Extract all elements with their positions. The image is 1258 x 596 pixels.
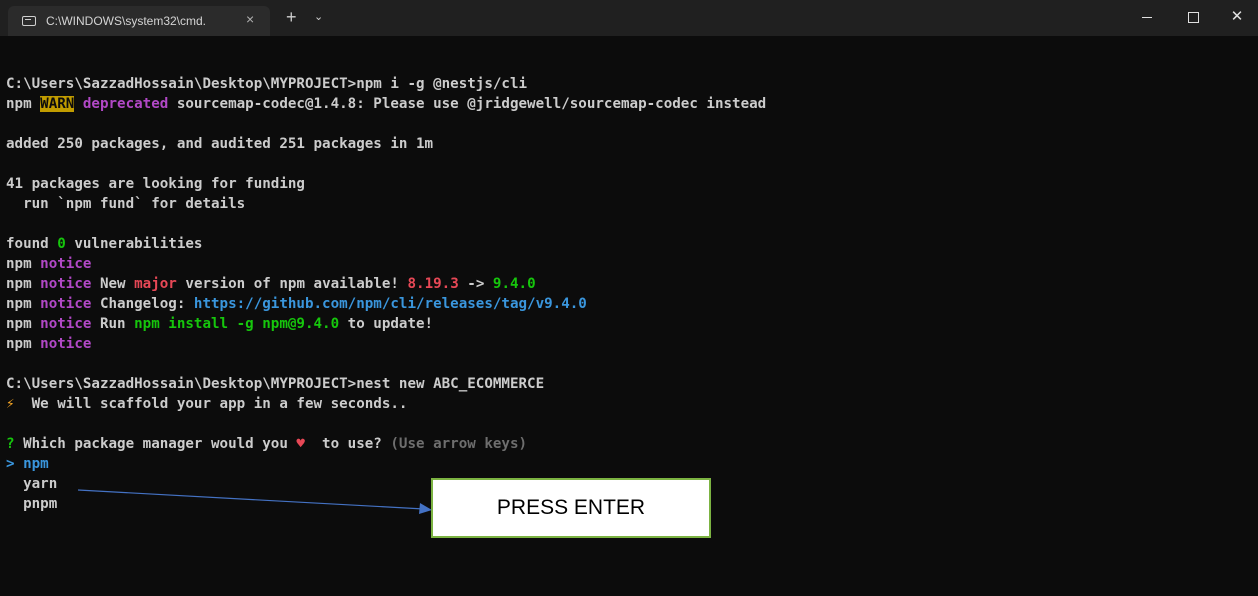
annotation-box: PRESS ENTER xyxy=(431,478,711,538)
notice-label: notice xyxy=(40,256,92,272)
menu-option-npm[interactable]: > npm xyxy=(6,454,49,474)
deprecated-label: deprecated xyxy=(74,96,169,112)
close-icon: ✕ xyxy=(1230,8,1244,25)
prompt-text: to use? xyxy=(304,436,391,452)
close-button[interactable]: ✕ xyxy=(1214,0,1258,36)
output-text: -> xyxy=(458,276,493,292)
output-text: found xyxy=(6,236,58,252)
npm-prefix: npm xyxy=(6,296,41,312)
title-bar: C:\WINDOWS\system32\cmd. × + ⌄ ✕ xyxy=(0,0,1258,36)
terminal-line: ⚡ We will scaffold your app in a few sec… xyxy=(6,394,407,414)
annotation-arrow xyxy=(78,489,432,514)
npm-prefix: npm xyxy=(6,316,41,332)
update-command: npm install -g npm@9.4.0 xyxy=(134,316,340,332)
terminal-line: 41 packages are looking for funding xyxy=(6,174,305,194)
output-text: vulnerabilities xyxy=(65,236,203,252)
chevron-down-icon[interactable]: ⌄ xyxy=(314,10,323,23)
heart-icon: ♥ xyxy=(296,436,305,452)
notice-label: notice xyxy=(40,296,92,312)
output-text: to update! xyxy=(339,316,434,332)
output-text: 41 packages are looking for funding xyxy=(6,176,305,192)
command-text: C:\Users\SazzadHossain\Desktop\MYPROJECT… xyxy=(6,76,528,92)
terminal-icon xyxy=(22,16,36,26)
changelog-link[interactable]: https://github.com/npm/cli/releases/tag/… xyxy=(194,296,587,312)
npm-prefix: npm xyxy=(6,256,41,272)
output-text: We will scaffold your app in a few secon… xyxy=(14,396,408,412)
command-text: C:\Users\SazzadHossain\Desktop\MYPROJECT… xyxy=(6,376,545,392)
prompt-hint: (Use arrow keys) xyxy=(390,436,528,452)
terminal-line: ? Which package manager would you ♥ to u… xyxy=(6,434,527,454)
notice-label: notice xyxy=(40,316,92,332)
maximize-icon xyxy=(1187,11,1199,23)
npm-prefix: npm xyxy=(6,96,41,112)
maximize-button[interactable] xyxy=(1170,0,1216,36)
terminal-line: C:\Users\SazzadHossain\Desktop\MYPROJECT… xyxy=(6,74,527,94)
warn-message: sourcemap-codec@1.4.8: Please use @jridg… xyxy=(168,96,767,112)
new-version: 9.4.0 xyxy=(492,276,536,292)
output-text: added 250 packages, and audited 251 pack… xyxy=(6,136,434,152)
annotation-label: PRESS ENTER xyxy=(496,496,646,519)
terminal-line: found 0 vulnerabilities xyxy=(6,234,202,254)
terminal-line: npm WARN deprecated sourcemap-codec@1.4.… xyxy=(6,94,766,114)
output-text: Run xyxy=(91,316,135,332)
output-text: run `npm fund` for details xyxy=(6,196,246,212)
tab-cmd[interactable]: C:\WINDOWS\system32\cmd. × xyxy=(8,6,270,36)
vuln-count: 0 xyxy=(57,236,66,252)
tab-title: C:\WINDOWS\system32\cmd. xyxy=(46,14,207,28)
terminal-line: npm notice New major version of npm avai… xyxy=(6,274,536,294)
output-text: Changelog: xyxy=(91,296,194,312)
prompt-text: Which package manager would you xyxy=(14,436,297,452)
pointer-icon: > xyxy=(6,456,15,472)
npm-prefix: npm xyxy=(6,276,41,292)
terminal-line: npm notice xyxy=(6,254,91,274)
major-label: major xyxy=(134,276,177,292)
menu-option-pnpm[interactable]: pnpm xyxy=(6,494,57,514)
option-label: yarn xyxy=(6,476,58,492)
notice-label: notice xyxy=(40,276,92,292)
output-text: version of npm available! xyxy=(176,276,408,292)
option-label: npm xyxy=(14,456,49,472)
old-version: 8.19.3 xyxy=(407,276,459,292)
warn-badge: WARN xyxy=(40,96,75,112)
notice-label: notice xyxy=(40,336,92,352)
terminal-line: C:\Users\SazzadHossain\Desktop\MYPROJECT… xyxy=(6,374,544,394)
question-mark-icon: ? xyxy=(6,436,15,452)
close-tab-icon[interactable]: × xyxy=(246,11,254,27)
terminal-line: npm notice Run npm install -g npm@9.4.0 … xyxy=(6,314,433,334)
new-tab-button[interactable]: + xyxy=(286,7,297,27)
menu-option-yarn[interactable]: yarn xyxy=(6,474,57,494)
terminal-line: added 250 packages, and audited 251 pack… xyxy=(6,134,433,154)
minimize-button[interactable] xyxy=(1124,0,1170,36)
terminal-line: run `npm fund` for details xyxy=(6,194,245,214)
minimize-icon xyxy=(1142,16,1152,18)
option-label: pnpm xyxy=(6,496,58,512)
lightning-icon: ⚡ xyxy=(6,396,15,412)
npm-prefix: npm xyxy=(6,336,41,352)
output-text: New xyxy=(91,276,135,292)
terminal-line: npm notice Changelog: https://github.com… xyxy=(6,294,587,314)
terminal-line: npm notice xyxy=(6,334,91,354)
